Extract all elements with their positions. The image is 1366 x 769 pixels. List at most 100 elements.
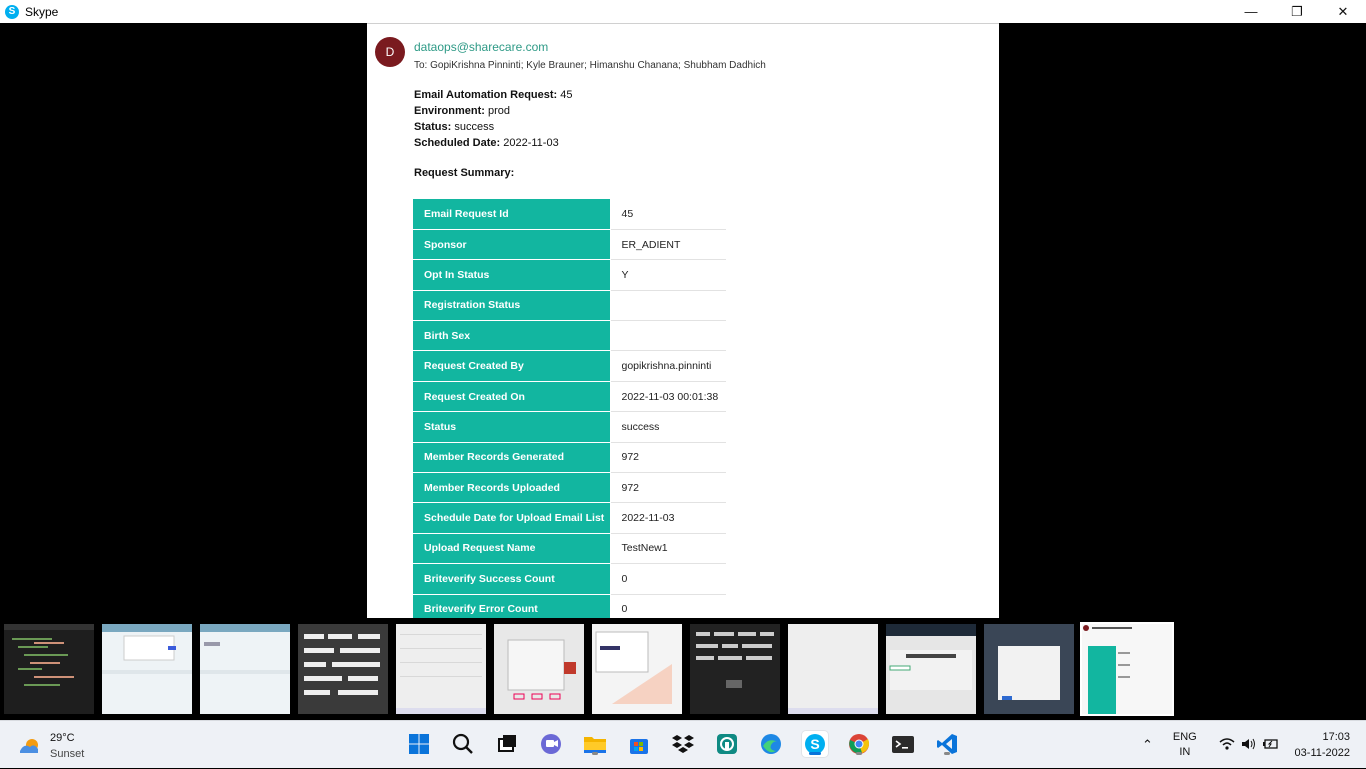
row-value bbox=[610, 290, 726, 322]
clock-date: 03-11-2022 bbox=[1294, 747, 1350, 759]
clock[interactable]: 17:03 03-11-2022 bbox=[1295, 729, 1350, 761]
clock-time: 17:03 bbox=[1322, 731, 1350, 743]
thumbnail[interactable] bbox=[788, 624, 878, 714]
row-label: Briteverify Error Count bbox=[413, 594, 611, 618]
row-label: Email Request Id bbox=[413, 199, 611, 230]
row-label: Request Created By bbox=[413, 350, 611, 382]
thumbnail-active[interactable] bbox=[1080, 622, 1174, 716]
thumbnail[interactable] bbox=[396, 624, 486, 714]
minimize-button[interactable]: — bbox=[1228, 0, 1274, 23]
chrome-icon[interactable] bbox=[846, 731, 872, 757]
table-row: Request Created On 2022-11-03 00:01:38 bbox=[413, 381, 726, 413]
table-row: Opt In Status Y bbox=[413, 259, 726, 291]
start-button[interactable] bbox=[406, 731, 432, 757]
meta-line: Status: success bbox=[414, 121, 495, 133]
terminal-icon[interactable] bbox=[890, 731, 916, 757]
table-row: Registration Status bbox=[413, 290, 726, 322]
meta-line: Email Automation Request: 45 bbox=[414, 89, 573, 101]
row-value: success bbox=[610, 411, 726, 443]
weather-widget[interactable]: 29°C Sunset bbox=[18, 730, 84, 762]
thumbnail[interactable] bbox=[886, 624, 976, 714]
table-row: Member Records Uploaded 972 bbox=[413, 472, 726, 504]
row-label: Registration Status bbox=[413, 290, 611, 322]
task-view-icon[interactable] bbox=[494, 731, 520, 757]
row-label: Schedule Date for Upload Email List bbox=[413, 502, 611, 534]
row-value: 2022-11-03 bbox=[610, 502, 726, 534]
sender-email: dataops@sharecare.com bbox=[414, 40, 549, 54]
skype-icon: S bbox=[5, 4, 19, 19]
table-row: Upload Request Name TestNew1 bbox=[413, 533, 726, 565]
wifi-icon[interactable] bbox=[1219, 737, 1235, 754]
close-button[interactable]: ✕ bbox=[1320, 0, 1366, 23]
row-value: 972 bbox=[610, 472, 726, 504]
edge-icon[interactable] bbox=[758, 731, 784, 757]
row-value: gopikrishna.pinninti bbox=[610, 350, 726, 382]
weather-temperature: 29°C bbox=[50, 732, 75, 744]
table-row: Status success bbox=[413, 411, 726, 443]
row-value: TestNew1 bbox=[610, 533, 726, 565]
meta-line: Environment: prod bbox=[414, 105, 510, 117]
skype-taskbar-icon[interactable]: S bbox=[802, 731, 828, 757]
table-row: Briteverify Error Count 0 bbox=[413, 594, 726, 618]
window-titlebar: S Skype — ❐ ✕ bbox=[0, 0, 1366, 23]
thumbnail[interactable] bbox=[102, 624, 192, 714]
table-row: Briteverify Success Count 0 bbox=[413, 563, 726, 595]
window-title: Skype bbox=[25, 4, 59, 19]
row-label: Birth Sex bbox=[413, 320, 611, 352]
summary-title: Request Summary: bbox=[414, 167, 515, 179]
table-row: Email Request Id 45 bbox=[413, 199, 726, 230]
request-summary-table: Email Request Id 45 Sponsor ER_ADIENT Opt In… bbox=[413, 199, 726, 618]
maximize-button[interactable]: ❐ bbox=[1274, 0, 1320, 23]
thumbnail[interactable] bbox=[4, 624, 94, 714]
row-label: Upload Request Name bbox=[413, 533, 611, 565]
thumbnail[interactable] bbox=[298, 624, 388, 714]
table-row: Schedule Date for Upload Email List 2022-… bbox=[413, 502, 726, 534]
row-label: Member Records Uploaded bbox=[413, 472, 611, 504]
file-explorer-icon[interactable] bbox=[582, 731, 608, 757]
table-row: Birth Sex bbox=[413, 320, 726, 352]
row-value: 0 bbox=[610, 594, 726, 618]
row-value: ER_ADIENT bbox=[610, 229, 726, 261]
table-row: Sponsor ER_ADIENT bbox=[413, 229, 726, 261]
battery-icon[interactable] bbox=[1262, 737, 1279, 754]
row-label: Member Records Generated bbox=[413, 442, 611, 474]
row-label: Briteverify Success Count bbox=[413, 563, 611, 595]
thumbnail-strip bbox=[0, 620, 1366, 720]
thumbnail[interactable] bbox=[200, 624, 290, 714]
vscode-icon[interactable] bbox=[934, 731, 960, 757]
table-row: Member Records Generated 972 bbox=[413, 442, 726, 474]
app-icon[interactable] bbox=[714, 731, 740, 757]
row-value: 45 bbox=[610, 199, 726, 230]
table-row: Request Created By gopikrishna.pinninti bbox=[413, 350, 726, 382]
row-value: 972 bbox=[610, 442, 726, 474]
row-value: 0 bbox=[610, 563, 726, 595]
request-meta: Email Automation Request: 45 Environment… bbox=[414, 87, 573, 151]
thumbnail[interactable] bbox=[494, 624, 584, 714]
microsoft-store-icon[interactable] bbox=[626, 731, 652, 757]
weather-description: Sunset bbox=[50, 748, 85, 760]
dropbox-icon[interactable] bbox=[670, 731, 696, 757]
chevron-up-icon[interactable]: ⌃ bbox=[1142, 737, 1153, 753]
taskbar: 29°C Sunset S ⌃ ENG IN 17:03 03-11-2022 bbox=[0, 720, 1366, 768]
row-label: Status bbox=[413, 411, 611, 443]
row-value: 2022-11-03 00:01:38 bbox=[610, 381, 726, 413]
chat-icon[interactable] bbox=[538, 731, 564, 757]
row-value: Y bbox=[610, 259, 726, 291]
weather-sunset-icon bbox=[18, 737, 40, 755]
language-indicator[interactable]: ENG IN bbox=[1173, 730, 1197, 760]
search-icon[interactable] bbox=[450, 731, 476, 757]
thumbnail[interactable] bbox=[984, 624, 1074, 714]
row-label: Request Created On bbox=[413, 381, 611, 413]
system-tray: ⌃ ENG IN bbox=[1142, 721, 1279, 769]
recipients: To: GopiKrishna Pinninti; Kyle Brauner; … bbox=[414, 60, 766, 71]
row-value bbox=[610, 320, 726, 352]
meta-line: Scheduled Date: 2022-11-03 bbox=[414, 137, 559, 149]
sender-avatar: D bbox=[375, 37, 405, 67]
volume-icon[interactable] bbox=[1241, 737, 1257, 754]
image-viewer: D dataops@sharecare.com To: GopiKrishna … bbox=[367, 23, 999, 618]
thumbnail[interactable] bbox=[592, 624, 682, 714]
row-label: Opt In Status bbox=[413, 259, 611, 291]
thumbnail[interactable] bbox=[690, 624, 780, 714]
svg-text:S: S bbox=[810, 736, 819, 752]
row-label: Sponsor bbox=[413, 229, 611, 261]
